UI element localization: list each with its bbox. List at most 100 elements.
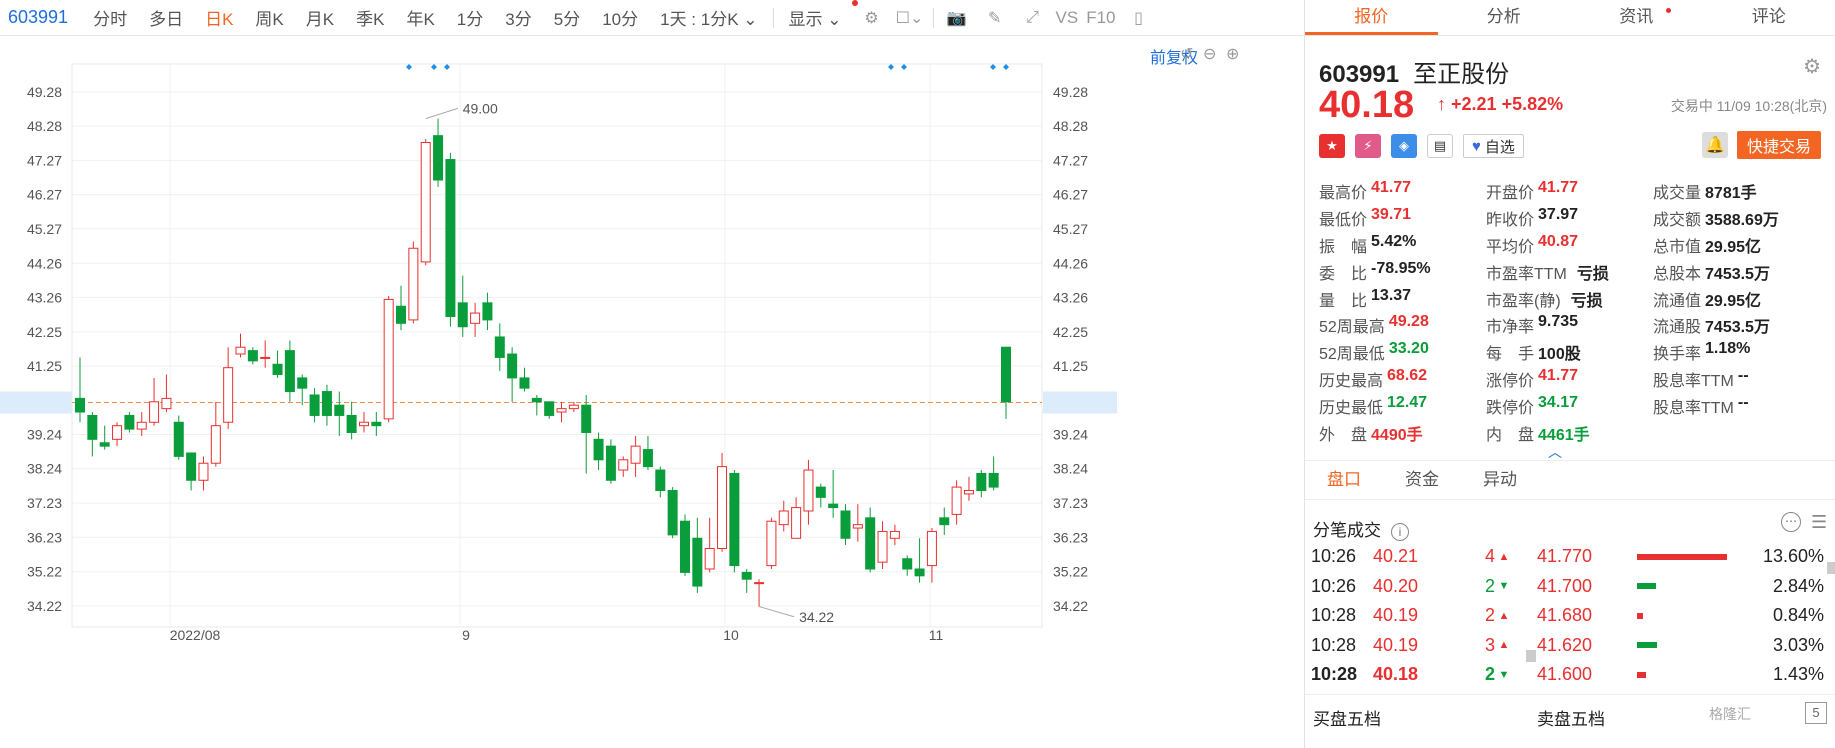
candle[interactable] [136,412,147,436]
candle[interactable] [112,422,123,447]
candle[interactable] [618,456,629,477]
page-indicator[interactable]: 5 [1805,702,1827,724]
note-icon[interactable]: ▤ [1427,134,1453,158]
candle[interactable] [939,507,950,535]
candle[interactable] [334,391,345,436]
tag-icon[interactable]: ◈ [1391,134,1417,158]
period-tab[interactable]: 日K [194,5,244,30]
add-watchlist-button[interactable]: ♥ 自选 [1463,134,1524,158]
event-marker-icon[interactable] [444,64,450,70]
candle[interactable] [741,568,752,593]
f10-button[interactable]: F10 [1082,8,1119,28]
candle[interactable] [914,538,925,583]
candle[interactable] [482,292,493,331]
period-tab[interactable]: 5分 [543,5,591,30]
candle[interactable] [865,507,876,573]
event-marker-icon[interactable] [1003,64,1009,70]
bell-icon[interactable]: 🔔 [1702,132,1728,158]
candle[interactable] [173,415,184,460]
period-select[interactable]: 1天 : 1分K ⌄ [649,5,768,30]
panel-toggle-icon[interactable]: ▯ [1128,7,1150,29]
event-marker-icon[interactable] [406,64,412,70]
period-tab[interactable]: 季K [345,5,395,30]
candle[interactable] [519,367,530,392]
candle[interactable] [988,456,999,491]
candle[interactable] [420,139,431,266]
period-tab[interactable]: 1分 [446,5,494,30]
list-menu-icon[interactable]: ☰ [1811,512,1827,533]
candle[interactable] [223,347,234,430]
candle[interactable] [803,459,814,525]
candle[interactable] [260,340,271,368]
candle[interactable] [642,435,653,471]
vs-compare-button[interactable]: VS [1052,8,1083,28]
candle[interactable] [494,323,505,372]
candle[interactable] [976,470,987,498]
detail-tab[interactable]: 异动 [1461,461,1539,499]
candle[interactable] [284,340,295,402]
fullscreen-icon[interactable]: ⤢ [1022,7,1044,29]
candle[interactable] [778,500,789,532]
period-tab[interactable]: 分时 [82,5,138,30]
candle[interactable] [828,470,839,518]
candle[interactable] [852,504,863,542]
candle[interactable] [951,480,962,525]
candle[interactable] [729,470,740,573]
camera-icon[interactable]: 📷 [946,7,968,29]
color-picker-icon[interactable]: ☐⌄ [896,7,924,29]
detail-tab[interactable]: 盘口 [1305,461,1383,499]
candle[interactable] [445,152,456,327]
candlestick-chart[interactable]: 49.28 49.28 48.28 48.28 47.27 47.27 46.27 46.27… [0,36,1303,748]
period-tab[interactable]: 周K [244,5,294,30]
quote-tab[interactable]: 分析 [1438,0,1571,35]
candle[interactable] [692,517,703,593]
candle[interactable] [717,452,728,552]
candle[interactable] [99,425,110,450]
candle[interactable] [346,401,357,440]
candle[interactable] [186,452,197,491]
info-icon[interactable]: i [1391,523,1409,541]
quote-tab[interactable]: 资讯 [1570,0,1703,35]
candle[interactable] [309,388,320,423]
stock-code[interactable]: 603991 [0,7,82,28]
quote-tab[interactable]: 报价 [1305,0,1438,35]
candle[interactable] [297,374,308,406]
candle[interactable] [840,504,851,546]
candle[interactable] [963,476,974,501]
candle[interactable] [383,296,394,423]
candle[interactable] [396,285,407,331]
candle[interactable] [124,412,135,433]
candle[interactable] [433,118,444,187]
period-tab[interactable]: 10分 [591,5,649,30]
ticks-scrollbar[interactable] [1526,650,1536,662]
more-options-icon[interactable]: ⋯ [1781,512,1801,532]
candle[interactable] [667,487,678,539]
candle[interactable] [556,401,567,423]
candle[interactable] [75,357,85,423]
book-scrollbar[interactable] [1827,562,1835,574]
margin-icon[interactable]: ⚡ [1355,134,1381,158]
candle[interactable] [87,412,98,457]
candle[interactable] [198,456,209,491]
draw-pen-icon[interactable]: ✎ [984,7,1006,29]
candle[interactable] [630,435,641,477]
candle[interactable] [210,401,221,467]
period-tab[interactable]: 多日 [138,5,194,30]
event-marker-icon[interactable] [901,64,907,70]
quick-trade-button[interactable]: 快捷交易 [1737,131,1821,159]
candle[interactable] [605,439,616,484]
candle[interactable] [593,432,604,471]
candle[interactable] [358,412,369,433]
candle[interactable] [766,517,777,569]
candle[interactable] [408,241,419,324]
event-marker-icon[interactable] [888,64,894,70]
settings-icon[interactable]: ⚙ [861,7,883,29]
candle[interactable] [1001,346,1011,419]
event-marker-icon[interactable] [990,64,996,70]
detail-tab[interactable]: 资金 [1383,461,1461,499]
candle[interactable] [926,528,937,583]
candle[interactable] [679,514,690,576]
display-menu[interactable]: 显示 ⌄ [778,5,853,30]
candle[interactable] [815,483,826,508]
period-tab[interactable]: 年K [395,5,445,30]
